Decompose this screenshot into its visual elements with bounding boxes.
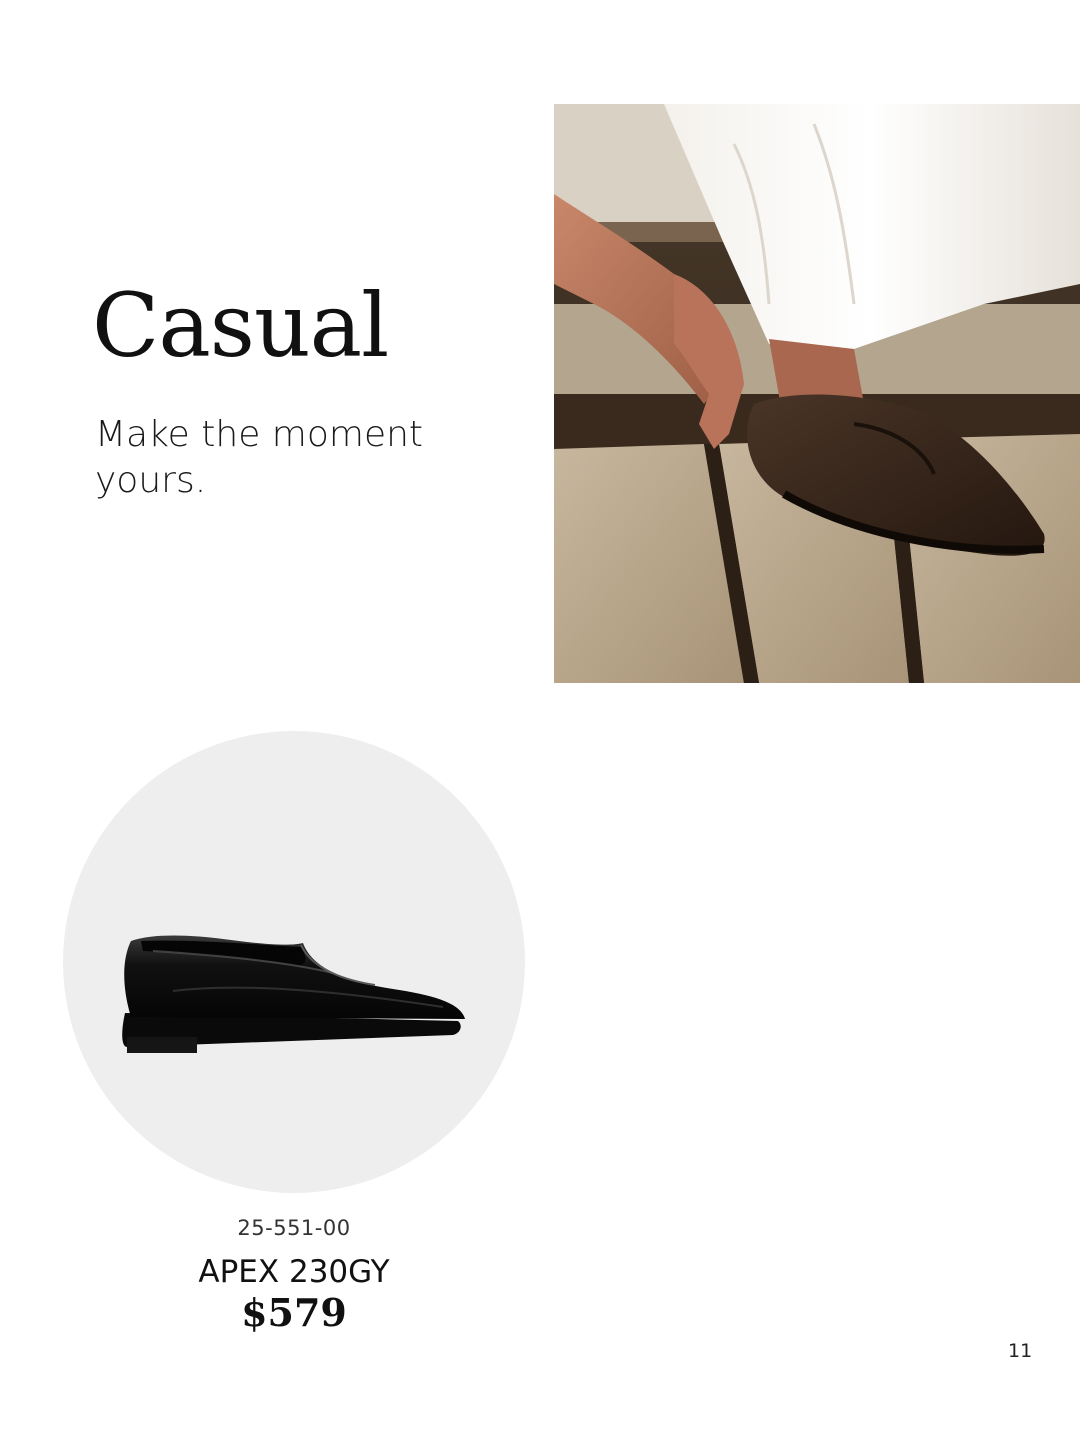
black-loafer-icon [113,921,473,1066]
product-sku: 25-551-00 [237,1216,351,1240]
section-title: Casual [92,274,389,377]
lifestyle-photo [554,104,1080,683]
product-name[interactable]: APEX 230GY [63,1254,525,1290]
section-tagline: Make the moment yours. [95,414,424,501]
product-image-circle[interactable] [63,731,525,1193]
page-number: 11 [1008,1340,1033,1362]
product-price: $579 [241,1290,347,1335]
